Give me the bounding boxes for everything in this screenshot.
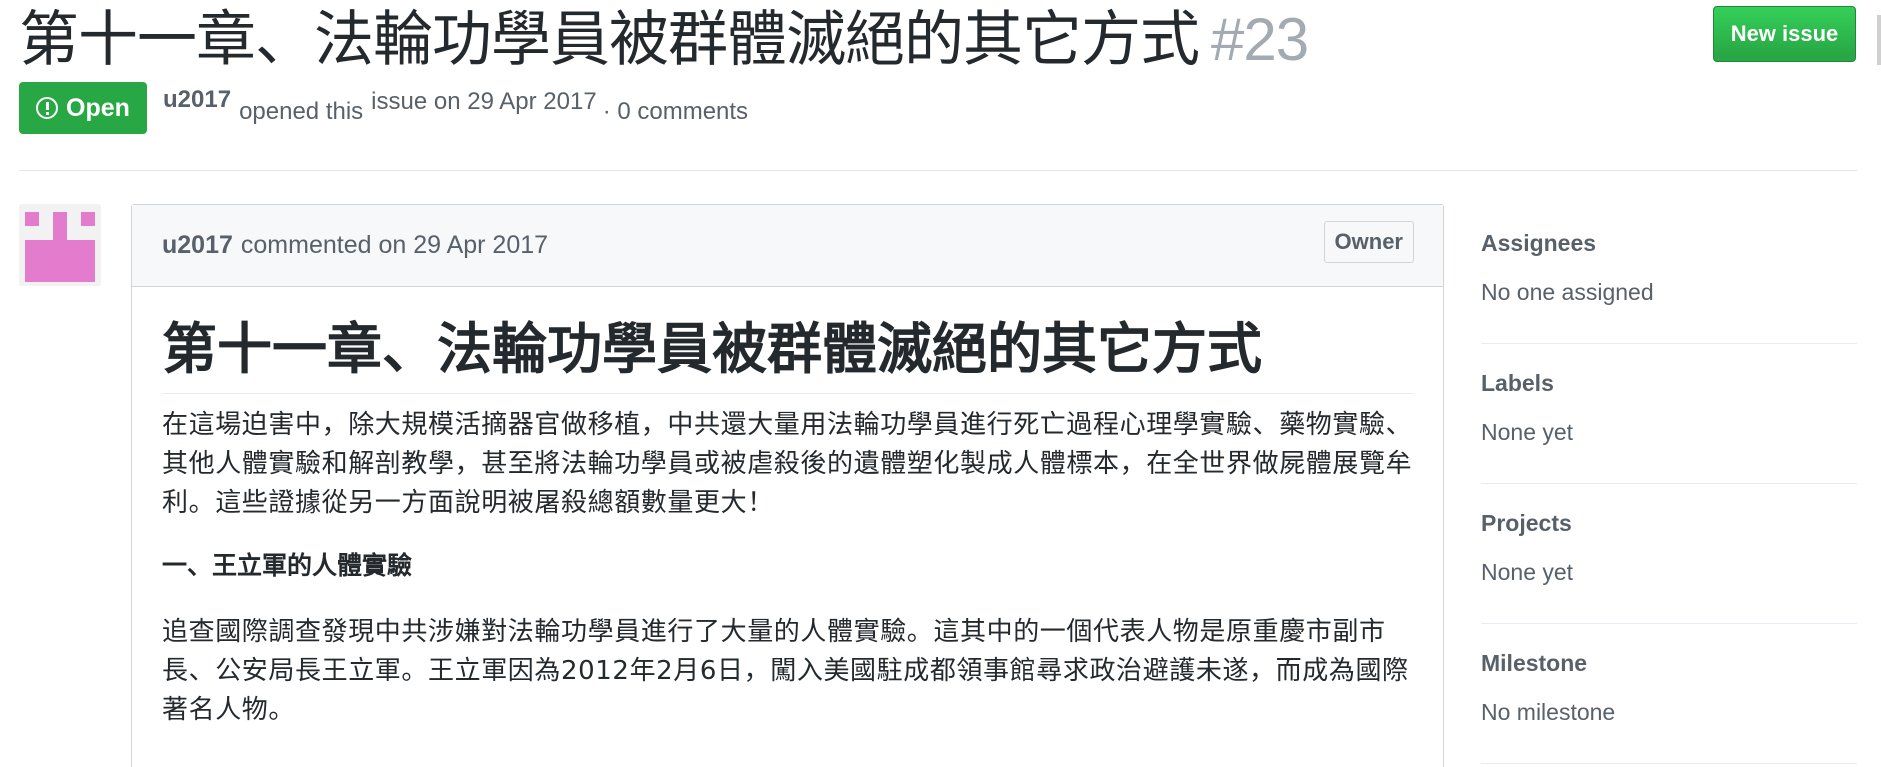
issue-title: 第十一章、法輪功學員被群體滅絕的其它方式 #23	[19, 2, 1309, 78]
author-link[interactable]: u2017	[163, 86, 231, 114]
sidebar-milestone[interactable]: Milestone No milestone	[1481, 624, 1857, 764]
comment-body: 第十一章、法輪功學員被群體滅絕的其它方式 在這場迫害中，除大規模活摘器官做移植，…	[132, 287, 1443, 730]
body-paragraph: 追查國際調查發現中共涉嫌對法輪功學員進行了大量的人體實驗。這其中的一個代表人物是…	[162, 617, 1409, 725]
sidebar-value: None yet	[1481, 419, 1574, 445]
issue-meta: Open u2017 opened this issue on 29 Apr 2…	[19, 82, 748, 134]
sidebar-value: No one assigned	[1481, 279, 1654, 305]
sidebar-value: None yet	[1481, 559, 1574, 585]
opened-text: opened this	[239, 98, 364, 125]
sidebar-label[interactable]: Assignees	[1481, 226, 1857, 260]
avatar[interactable]	[19, 204, 101, 286]
comment-timestamp[interactable]: commented on 29 Apr 2017	[241, 231, 548, 260]
comment-box: u2017 commented on 29 Apr 2017 Owner 第十一…	[131, 204, 1444, 767]
comment-header: u2017 commented on 29 Apr 2017 Owner	[132, 205, 1443, 287]
state-badge: Open	[19, 82, 147, 134]
comment-count: · 0 comments	[602, 98, 749, 125]
owner-badge: Owner	[1323, 221, 1414, 263]
scrollbar[interactable]	[1877, 15, 1881, 65]
issue-opened-icon	[36, 97, 59, 119]
body-subheading: 一、王立軍的人體實驗	[162, 551, 413, 580]
new-issue-button[interactable]: New issue	[1713, 6, 1856, 62]
sidebar-labels[interactable]: Labels None yet	[1481, 344, 1857, 484]
sidebar-label[interactable]: Projects	[1481, 506, 1857, 540]
state-label: Open	[66, 93, 130, 122]
opened-date: issue on 29 Apr 2017	[371, 88, 597, 115]
sidebar-value: No milestone	[1481, 699, 1616, 725]
comment-author-link[interactable]: u2017	[162, 231, 233, 260]
issue-title-text: 第十一章、法輪功學員被群體滅絕的其它方式	[19, 5, 1200, 75]
sidebar-label[interactable]: Milestone	[1481, 646, 1857, 680]
issue-number: #23	[1211, 6, 1309, 73]
header-divider	[19, 170, 1857, 171]
issue-sidebar: Assignees No one assigned Labels None ye…	[1481, 204, 1857, 764]
sidebar-projects[interactable]: Projects None yet	[1481, 484, 1857, 624]
sidebar-assignees[interactable]: Assignees No one assigned	[1481, 204, 1857, 344]
sidebar-label[interactable]: Labels	[1481, 366, 1857, 400]
body-heading: 第十一章、法輪功學員被群體滅絕的其它方式	[162, 313, 1414, 394]
issue-page: 第十一章、法輪功學員被群體滅絕的其它方式 #23 New issue Open u…	[0, 0, 1881, 767]
body-paragraph: 在這場迫害中，除大規模活摘器官做移植，中共還大量用法輪功學員進行死亡過程心理學實…	[162, 410, 1413, 518]
